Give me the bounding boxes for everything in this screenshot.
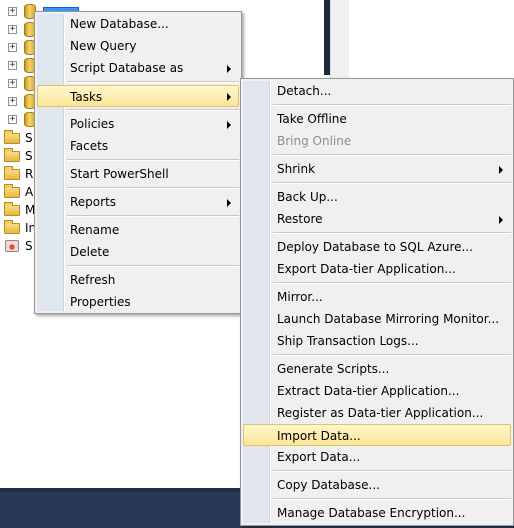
folder-icon bbox=[4, 202, 20, 216]
menu-item-take-offline[interactable]: Take Offline bbox=[243, 108, 511, 130]
menu-item-rename[interactable]: Rename bbox=[37, 219, 239, 241]
expand-icon[interactable]: + bbox=[8, 79, 17, 88]
menu-separator bbox=[273, 154, 511, 156]
folder-icon bbox=[4, 220, 20, 234]
menu-item-reports[interactable]: Reports bbox=[37, 191, 239, 213]
tree-row-label: S bbox=[25, 131, 33, 145]
expand-icon[interactable]: + bbox=[8, 115, 17, 124]
menu-separator bbox=[273, 182, 511, 184]
tree-row-folder[interactable]: R bbox=[0, 165, 34, 183]
submenu-arrow-icon bbox=[227, 65, 231, 73]
menu-separator bbox=[67, 265, 239, 267]
menu-item-bring-online: Bring Online bbox=[277, 134, 352, 148]
menu-item-shrink[interactable]: Shrink bbox=[243, 158, 511, 180]
menu-item-deploy-to-sql-azure[interactable]: Deploy Database to SQL Azure... bbox=[243, 236, 511, 258]
menu-separator bbox=[67, 81, 239, 83]
menu-separator bbox=[67, 215, 239, 217]
tree-row-folder[interactable]: M bbox=[0, 201, 35, 219]
menu-separator bbox=[273, 232, 511, 234]
folder-icon bbox=[4, 184, 20, 198]
tree-row-label: A bbox=[25, 185, 34, 199]
menu-separator bbox=[273, 104, 511, 106]
menu-separator bbox=[67, 159, 239, 161]
tree-row-folder[interactable]: In bbox=[0, 219, 36, 237]
menu-item-copy-database[interactable]: Copy Database... bbox=[243, 474, 511, 496]
menu-item-detach[interactable]: Detach... bbox=[243, 80, 511, 102]
menu-item-export-data-tier-app[interactable]: Export Data-tier Application... bbox=[243, 258, 511, 280]
pane-background bbox=[330, 0, 349, 80]
submenu-arrow-icon bbox=[499, 216, 503, 224]
tree-row-folder[interactable]: S bbox=[0, 147, 34, 165]
menu-item-ship-transaction-logs[interactable]: Ship Transaction Logs... bbox=[243, 330, 511, 352]
tasks-submenu: Detach... Take Offline Bring Online Shri… bbox=[240, 78, 514, 526]
menu-item-refresh[interactable]: Refresh bbox=[37, 269, 239, 291]
menu-separator bbox=[273, 498, 511, 500]
folder-icon bbox=[4, 130, 20, 144]
tree-row-folder[interactable]: A bbox=[0, 183, 34, 201]
menu-item-extract-data-tier-app[interactable]: Extract Data-tier Application... bbox=[243, 380, 511, 402]
expand-icon[interactable]: + bbox=[8, 43, 17, 52]
menu-item-policies[interactable]: Policies bbox=[37, 113, 239, 135]
submenu-arrow-icon bbox=[227, 93, 231, 101]
menu-item-new-query[interactable]: New Query bbox=[37, 35, 239, 57]
menu-separator bbox=[273, 354, 511, 356]
menu-item-register-data-tier-app[interactable]: Register as Data-tier Application... bbox=[243, 402, 511, 424]
menu-item-script-database-as[interactable]: Script Database as bbox=[37, 57, 239, 79]
folder-icon bbox=[4, 148, 20, 162]
menu-item-start-powershell[interactable]: Start PowerShell bbox=[37, 163, 239, 185]
menu-item-export-data[interactable]: Export Data... bbox=[243, 446, 511, 468]
expand-icon[interactable]: + bbox=[8, 7, 17, 16]
submenu-arrow-icon bbox=[227, 199, 231, 207]
expand-icon[interactable]: + bbox=[8, 25, 17, 34]
menu-item-delete[interactable]: Delete bbox=[37, 241, 239, 263]
menu-separator bbox=[273, 282, 511, 284]
menu-item-import-data[interactable]: Import Data... bbox=[243, 424, 511, 446]
menu-separator bbox=[273, 470, 511, 472]
menu-separator bbox=[67, 187, 239, 189]
menu-item-generate-scripts[interactable]: Generate Scripts... bbox=[243, 358, 511, 380]
folder-icon bbox=[4, 166, 20, 180]
submenu-arrow-icon bbox=[227, 121, 231, 129]
menu-item-manage-encryption[interactable]: Manage Database Encryption... bbox=[243, 502, 511, 524]
tree-row-folder[interactable]: S bbox=[0, 129, 34, 147]
menu-item-mirror[interactable]: Mirror... bbox=[243, 286, 511, 308]
menu-item-back-up[interactable]: Back Up... bbox=[243, 186, 511, 208]
tree-row-label: R bbox=[25, 167, 34, 181]
menu-item-properties[interactable]: Properties bbox=[37, 291, 239, 313]
menu-separator bbox=[67, 109, 239, 111]
expand-icon[interactable]: + bbox=[8, 61, 17, 70]
menu-item-new-database[interactable]: New Database... bbox=[37, 13, 239, 35]
menu-item-restore[interactable]: Restore bbox=[243, 208, 511, 230]
tree-row-security[interactable]: S bbox=[0, 237, 34, 255]
database-context-menu: New Database... New Query Script Databas… bbox=[34, 11, 242, 314]
menu-item-tasks[interactable]: Tasks bbox=[37, 85, 239, 107]
menu-item-mirroring-monitor[interactable]: Launch Database Mirroring Monitor... bbox=[243, 308, 511, 330]
tree-row-label: S bbox=[25, 149, 33, 163]
expand-icon[interactable]: + bbox=[8, 97, 17, 106]
security-icon bbox=[5, 240, 19, 252]
menu-item-facets[interactable]: Facets bbox=[37, 135, 239, 157]
submenu-arrow-icon bbox=[499, 166, 503, 174]
tree-row-label: S bbox=[25, 239, 33, 253]
